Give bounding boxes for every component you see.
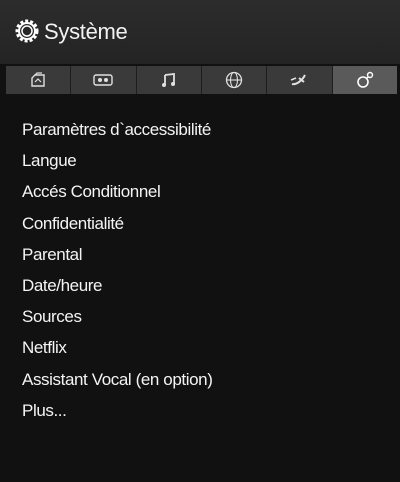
system-settings-icon <box>356 71 374 89</box>
menu-item-parental[interactable]: Parental <box>0 239 400 270</box>
picture-icon <box>29 72 47 88</box>
menu-item-more[interactable]: Plus... <box>0 395 400 426</box>
menu-item-privacy[interactable]: Confidentialité <box>0 208 400 239</box>
menu-item-date-time[interactable]: Date/heure <box>0 270 400 301</box>
menu-item-netflix[interactable]: Netflix <box>0 332 400 363</box>
satellite-icon <box>290 72 308 88</box>
tab-video[interactable] <box>71 66 137 94</box>
settings-menu-list: Paramètres d`accessibilité Langue Accés … <box>0 114 400 426</box>
system-menu-panel: Système Paramètres d`accessibilité Langu… <box>0 0 400 482</box>
page-title: Système <box>44 19 128 44</box>
tab-source[interactable] <box>267 66 333 94</box>
menu-header: Système <box>0 0 400 64</box>
menu-item-sources[interactable]: Sources <box>0 301 400 332</box>
gear-ring-icon <box>14 18 40 44</box>
tab-system[interactable] <box>332 66 397 94</box>
tab-network[interactable] <box>202 66 268 94</box>
menu-item-conditional-access[interactable]: Accés Conditionnel <box>0 176 400 207</box>
tab-music[interactable] <box>137 66 202 94</box>
category-tab-bar <box>6 66 397 94</box>
music-note-icon <box>161 72 177 88</box>
menu-item-voice-assistant[interactable]: Assistant Vocal (en option) <box>0 364 400 395</box>
network-globe-icon <box>225 71 243 89</box>
menu-item-language[interactable]: Langue <box>0 145 400 176</box>
video-tape-icon <box>93 73 114 87</box>
menu-item-accessibility[interactable]: Paramètres d`accessibilité <box>0 114 400 145</box>
tab-picture[interactable] <box>6 66 72 94</box>
